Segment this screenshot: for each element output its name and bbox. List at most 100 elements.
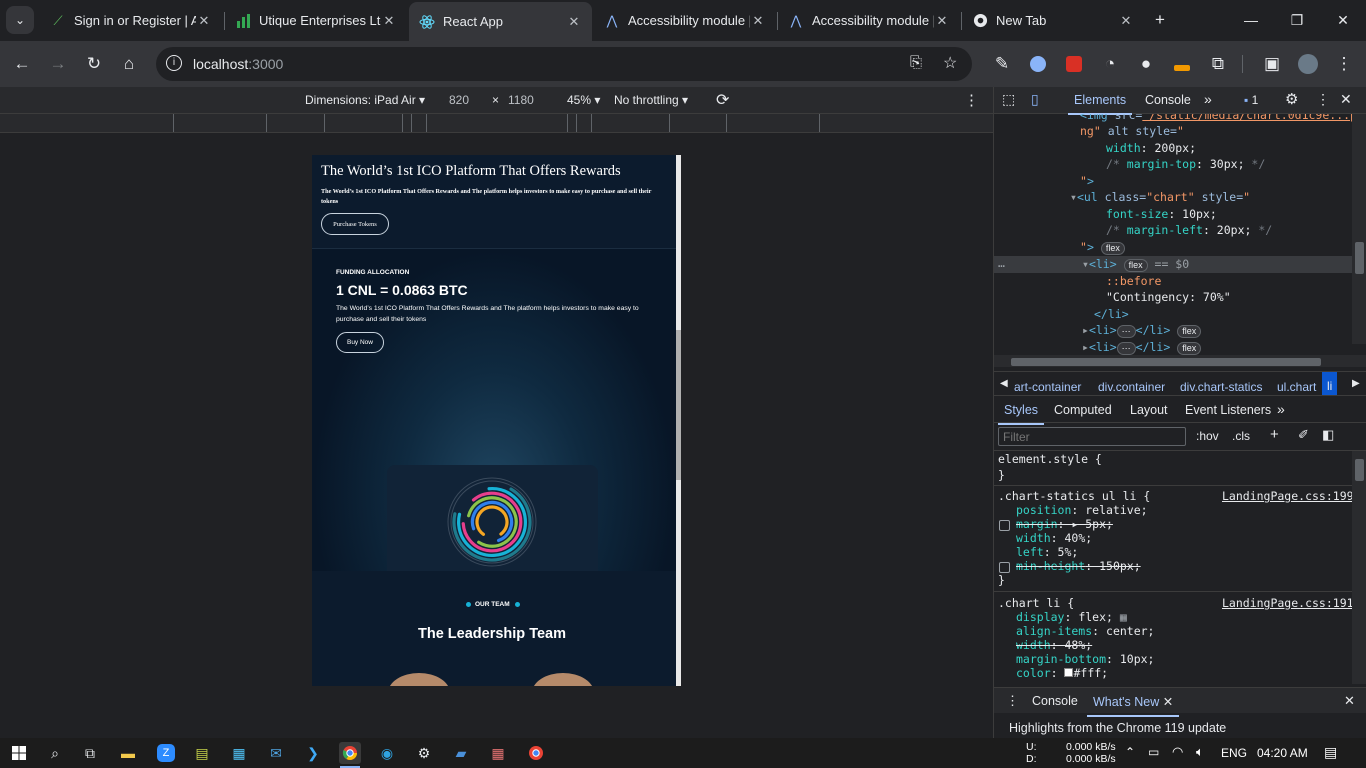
app-grid-icon[interactable]: ▦ [487, 742, 509, 764]
devtools-more-icon[interactable]: ⋮ [1316, 91, 1330, 108]
device-more-icon[interactable]: ⋮ [964, 91, 979, 109]
edge-icon[interactable]: ◉ [376, 742, 398, 764]
drawer-menu-icon[interactable]: ⋮ [1006, 693, 1019, 709]
chevron-up-icon[interactable]: ⌃ [1125, 745, 1135, 759]
tab-utique[interactable]: Utique Enterprises Ltd ✕ [225, 4, 407, 37]
breadcrumb-item[interactable]: div.chart-statics [1180, 380, 1262, 394]
inspect-element-icon[interactable]: ⬚ [1002, 91, 1015, 108]
tab-sign-in[interactable]: ⟋ Sign in or Register | A ✕ [40, 4, 222, 37]
volume-icon[interactable]: 🔈︎ [1196, 744, 1204, 760]
tab-computed[interactable]: Computed [1054, 403, 1112, 417]
windows-start-icon[interactable] [8, 742, 30, 764]
checkbox[interactable] [999, 520, 1010, 531]
tab-elements[interactable]: Elements [1067, 93, 1133, 115]
breadcrumb-right-icon[interactable]: ▶ [1352, 378, 1360, 389]
extension-blue-icon[interactable] [1024, 50, 1052, 78]
chrome-profile-icon[interactable] [525, 742, 547, 764]
more-tabs-button[interactable]: » [1204, 91, 1212, 107]
zoom-select[interactable]: 45% ▾ [567, 93, 600, 107]
throttling-select[interactable]: No throttling ▾ [614, 93, 688, 107]
vscode-icon[interactable]: ❯ [302, 742, 324, 764]
search-icon[interactable]: ⌕ [44, 742, 66, 764]
tab-styles[interactable]: Styles [997, 403, 1045, 425]
notepad-icon[interactable]: ▤ [191, 742, 213, 764]
page-scrollbar[interactable] [676, 155, 681, 686]
clock[interactable]: 04:20 AM [1257, 746, 1308, 760]
close-icon[interactable]: ✕ [566, 14, 582, 30]
breadcrumb-item-selected[interactable]: li [1322, 372, 1338, 395]
checkbox[interactable] [999, 562, 1010, 573]
tab-console[interactable]: Console [1145, 93, 1191, 107]
flex-badge[interactable]: flex [1100, 242, 1125, 255]
extension-hat-icon[interactable] [1168, 50, 1196, 78]
hov-toggle[interactable]: :hov [1196, 429, 1219, 443]
device-select[interactable]: Dimensions: iPad Air ▾ [305, 93, 425, 107]
settings-gear-icon[interactable]: ⚙ [1285, 90, 1298, 108]
close-icon[interactable]: ✕ [1118, 13, 1134, 29]
site-info-icon[interactable]: i [166, 55, 182, 71]
drawer-tab-console[interactable]: Console [1032, 694, 1078, 708]
reload-button[interactable]: ↻ [80, 50, 108, 78]
language-indicator[interactable]: ENG [1221, 746, 1247, 760]
tab-accessibility-1[interactable]: ⋀ Accessibility module | ✕ [594, 4, 776, 37]
device-toggle-icon[interactable]: ▯ [1031, 91, 1039, 108]
tab-react-app[interactable]: React App ✕ [409, 2, 592, 41]
breadcrumb-item[interactable]: div.container [1098, 380, 1165, 394]
home-button[interactable]: ⌂ [115, 50, 143, 78]
issues-badge[interactable]: ▪ 1 [1244, 93, 1258, 107]
buy-now-button[interactable]: Buy Now [336, 332, 384, 353]
purchase-tokens-button[interactable]: Purchase Tokens [321, 213, 389, 235]
styles-scrollbar-thumb[interactable] [1355, 459, 1364, 481]
new-rule-icon[interactable]: + [1270, 426, 1279, 443]
dom-hscrollbar[interactable] [994, 355, 1366, 367]
chrome-menu-icon[interactable]: ⋮ [1330, 50, 1358, 78]
settings-gear-icon[interactable]: ⚙ [413, 742, 435, 764]
app-icon[interactable]: ▰ [450, 742, 472, 764]
width-input[interactable]: 820 [449, 93, 469, 107]
extension-circle-icon[interactable]: ● [1132, 50, 1160, 78]
minimize-button[interactable]: — [1228, 0, 1274, 40]
close-icon[interactable]: ✕ [934, 13, 950, 29]
window-close-button[interactable]: ✕ [1320, 0, 1366, 40]
paint-brush-icon[interactable]: ✐ [1298, 427, 1309, 443]
mail-icon[interactable]: ✉ [265, 742, 287, 764]
breadcrumb-left-icon[interactable]: ◀ [1000, 378, 1008, 389]
cls-toggle[interactable]: .cls [1232, 429, 1250, 443]
notifications-icon[interactable]: ▤ [1324, 744, 1337, 761]
store-icon[interactable]: ▦ [228, 742, 250, 764]
profile-avatar[interactable] [1294, 50, 1322, 78]
close-icon[interactable]: ✕ [750, 13, 766, 29]
extension-gauge-icon[interactable]: ◔ [1096, 50, 1124, 78]
page-scrollbar-thumb[interactable] [676, 330, 681, 480]
dom-scrollbar-thumb[interactable] [1355, 242, 1364, 274]
chrome-taskbar-icon[interactable] [339, 742, 361, 764]
restore-button[interactable]: ❐ [1274, 0, 1320, 40]
sidebar-toggle-icon[interactable]: ◧ [1322, 427, 1334, 443]
height-input[interactable]: 1180 [508, 93, 534, 107]
extension-red-icon[interactable] [1060, 50, 1088, 78]
breadcrumb-item[interactable]: ul.chart [1277, 380, 1316, 394]
forward-button[interactable]: → [44, 50, 72, 78]
tab-event-listeners[interactable]: Event Listeners [1185, 403, 1271, 417]
styles-filter-input[interactable] [998, 427, 1186, 446]
task-view-icon[interactable]: ⧉ [79, 742, 101, 764]
eyedropper-extension-icon[interactable]: ✎ [988, 50, 1016, 78]
file-explorer-icon[interactable]: ▬ [117, 742, 139, 764]
battery-icon[interactable]: ▭ [1148, 745, 1159, 759]
wifi-icon[interactable]: ◠ [1172, 744, 1183, 760]
tab-search-button[interactable]: ⌄ [6, 6, 34, 34]
tab-layout[interactable]: Layout [1130, 403, 1168, 417]
close-icon[interactable]: ✕ [381, 13, 397, 29]
bookmark-star-icon[interactable]: ☆ [943, 53, 957, 73]
devtools-close-icon[interactable]: ✕ [1340, 91, 1352, 108]
zoom-app-icon[interactable]: Z [155, 742, 177, 764]
close-icon[interactable]: ✕ [196, 13, 212, 29]
breadcrumb-item[interactable]: art-container [1014, 380, 1081, 394]
new-tab-button[interactable]: + [1146, 6, 1174, 34]
back-button[interactable]: ← [8, 50, 36, 78]
tab-new-tab[interactable]: New Tab ✕ [962, 4, 1144, 37]
drawer-close-icon[interactable]: ✕ [1344, 693, 1355, 709]
tab-accessibility-2[interactable]: ⋀ Accessibility module | ✕ [778, 4, 960, 37]
more-style-tabs[interactable]: » [1277, 401, 1285, 417]
rotate-icon[interactable]: ⟳ [716, 90, 729, 110]
